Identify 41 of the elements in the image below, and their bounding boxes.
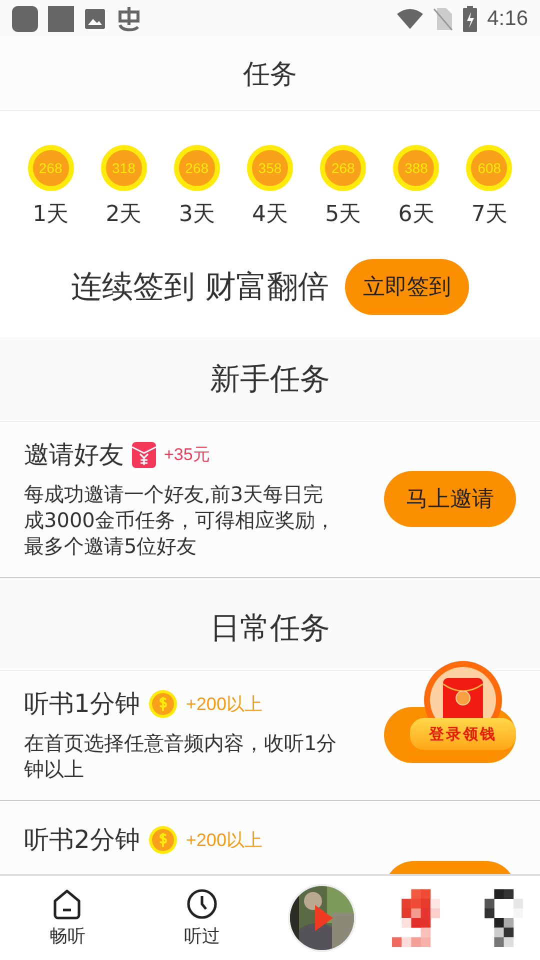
day-label: 2天 bbox=[106, 201, 142, 229]
coin-badge: 388 bbox=[393, 145, 440, 191]
day-label: 6天 bbox=[398, 201, 434, 229]
coin-icon bbox=[148, 688, 178, 718]
home-icon bbox=[51, 888, 84, 920]
clock-icon bbox=[186, 888, 218, 920]
reward-amount: +35元 bbox=[164, 444, 210, 466]
battery-icon bbox=[463, 6, 478, 32]
task-title: 邀请好友 bbox=[24, 439, 124, 471]
sign-in-button[interactable]: 立即签到 bbox=[344, 259, 469, 315]
status-time: 4:16 bbox=[487, 7, 528, 31]
coin-badge: 358 bbox=[246, 145, 293, 191]
day-label: 3天 bbox=[178, 201, 215, 229]
coin-icon bbox=[148, 824, 178, 854]
day-label: 7天 bbox=[471, 201, 508, 229]
coin-badge: 318 bbox=[100, 145, 147, 191]
coin-badge: 268 bbox=[174, 145, 220, 191]
page-title: 任务 bbox=[243, 58, 297, 92]
image-icon bbox=[84, 8, 106, 30]
task-title: 听书2分钟 bbox=[24, 824, 140, 856]
slogan: 连续签到 财富翻倍 bbox=[71, 268, 329, 307]
day-label: 5天 bbox=[325, 201, 362, 229]
no-sim-icon bbox=[433, 7, 454, 31]
player-button[interactable] bbox=[286, 883, 357, 953]
coin-badge: 268 bbox=[320, 145, 366, 191]
wifi-icon bbox=[397, 9, 424, 29]
task-description: 在首页选择任意音频内容，收听1分钟以上 bbox=[24, 730, 338, 782]
task-description: 每成功邀请一个好友,前3天每日完成3000金币任务，可得相应奖励，最多个邀请5位好友 bbox=[24, 481, 336, 559]
bug-icon bbox=[116, 5, 142, 33]
coin-badge: 268 bbox=[28, 145, 74, 191]
task-title: 听书1分钟 bbox=[24, 688, 140, 720]
coin-badge: 608 bbox=[466, 145, 512, 191]
task-button[interactable]: 马上邀请 bbox=[384, 470, 516, 526]
reward-amount: +200以上 bbox=[186, 692, 262, 716]
notification-icon bbox=[48, 6, 74, 32]
notification-icon bbox=[12, 6, 38, 32]
day-label: 1天 bbox=[32, 201, 69, 229]
home-tab[interactable]: 畅听 bbox=[17, 888, 118, 948]
day-label: 4天 bbox=[252, 201, 288, 229]
history-tab[interactable]: 听过 bbox=[152, 888, 252, 948]
reward-amount: +200以上 bbox=[186, 828, 262, 852]
